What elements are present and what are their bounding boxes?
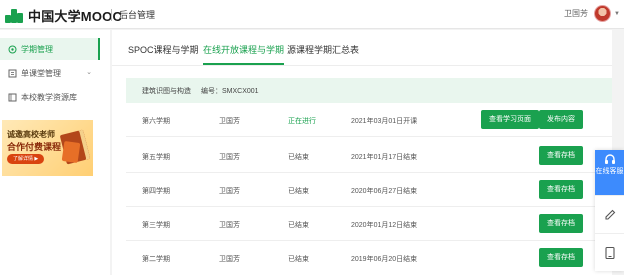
promo-line1: 诚邀高校老师 — [7, 130, 55, 139]
term-name: 第五学期 — [142, 154, 170, 161]
status-text: 正在进行 — [288, 118, 316, 125]
term-name: 第二学期 — [142, 256, 170, 263]
teacher-name: 卫国芳 — [219, 188, 240, 195]
teacher-name: 卫国芳 — [219, 154, 240, 161]
user-menu[interactable]: 卫国芳 ▼ — [564, 5, 620, 22]
term-date: 2021年03月01日开课 — [351, 118, 418, 125]
view-archive-button[interactable]: 查看存档 — [539, 146, 583, 165]
system-title: 后台管理 — [119, 10, 156, 20]
floating-toolbar: 在线客服 — [595, 150, 624, 271]
chevron-down-icon[interactable]: ▼ — [614, 11, 620, 17]
online-service-label: 在线客服 — [595, 168, 624, 175]
sidebar-item-label: 单课堂管理 — [21, 68, 61, 78]
user-name: 卫国芳 — [564, 9, 589, 18]
sidebar-item-resource-library[interactable]: 本校教学资源库 — [0, 86, 100, 108]
table-row: 第三学期 卫国芳 已结束 2020年01月12日结束 查看存档 — [126, 208, 612, 241]
top-bar: 中国大学MOOC 后台管理 卫国芳 ▼ — [0, 0, 624, 29]
tab-bar: SPOC课程与学期 在线开放课程与学期 源课程学期汇总表 — [112, 30, 612, 66]
logo[interactable]: 中国大学MOOC — [5, 6, 122, 25]
sidebar-item-class-management[interactable]: 单课堂管理 ⌄ — [0, 62, 100, 84]
mobile-button[interactable] — [595, 233, 624, 271]
status-text: 已结束 — [288, 222, 309, 229]
course-name: 建筑识图与构造 — [142, 87, 191, 95]
term-name: 第三学期 — [142, 222, 170, 229]
pencil-icon — [604, 209, 615, 220]
teacher-name: 卫国芳 — [219, 118, 240, 125]
edit-button[interactable] — [595, 195, 624, 233]
course-code: 编号：SMXCX001 — [201, 87, 259, 95]
book-icon — [7, 68, 17, 78]
tab-spoc[interactable]: SPOC课程与学期 — [128, 43, 199, 56]
logo-icon — [5, 8, 23, 23]
table-row: 第五学期 卫国芳 已结束 2021年01月17日结束 查看存档 — [126, 140, 612, 173]
sidebar-item-label: 学期管理 — [21, 44, 53, 54]
table-row: 第六学期 卫国芳 正在进行 2021年03月01日开课 查看学习页面 发布内容 — [126, 104, 612, 137]
view-learning-page-button[interactable]: 查看学习页面 — [481, 110, 539, 129]
avatar[interactable] — [594, 5, 612, 22]
main-content: SPOC课程与学期 在线开放课程与学期 源课程学期汇总表 建筑识图与构造 编号：… — [112, 30, 612, 275]
term-date: 2021年01月17日结束 — [351, 154, 418, 161]
term-date: 2020年06月27日结束 — [351, 188, 418, 195]
course-header: 建筑识图与构造 编号：SMXCX001 — [126, 78, 612, 103]
status-text: 已结束 — [288, 256, 309, 263]
term-date: 2020年01月12日结束 — [351, 222, 418, 229]
view-archive-button[interactable]: 查看存档 — [539, 180, 583, 199]
divider — [111, 9, 112, 21]
promo-line2: 合作付费课程 — [7, 142, 62, 152]
sidebar: 学期管理 单课堂管理 ⌄ 本校教学资源库 诚邀高校老师 合作付费课程 了解详情 … — [0, 30, 110, 275]
promo-banner[interactable]: 诚邀高校老师 合作付费课程 了解详情 ▶ — [2, 120, 93, 176]
status-text: 已结束 — [288, 188, 309, 195]
tablet-icon — [604, 246, 615, 259]
teacher-name: 卫国芳 — [219, 222, 240, 229]
view-archive-button[interactable]: 查看存档 — [539, 248, 583, 267]
chevron-down-icon[interactable]: ⌄ — [86, 68, 92, 76]
circle-icon — [7, 44, 17, 54]
library-icon — [7, 92, 17, 102]
table-row: 第四学期 卫国芳 已结束 2020年06月27日结束 查看存档 — [126, 174, 612, 207]
term-date: 2019年06月20日结束 — [351, 256, 418, 263]
term-name: 第六学期 — [142, 118, 170, 125]
logo-text: 中国大学MOOC — [28, 9, 123, 24]
book-icon — [61, 140, 81, 164]
status-text: 已结束 — [288, 154, 309, 161]
sidebar-item-term-management[interactable]: 学期管理 — [0, 38, 100, 60]
sidebar-item-label: 本校教学资源库 — [21, 92, 77, 102]
term-name: 第四学期 — [142, 188, 170, 195]
view-archive-button[interactable]: 查看存档 — [539, 214, 583, 233]
tab-source-summary[interactable]: 源课程学期汇总表 — [287, 43, 359, 56]
online-service-button[interactable]: 在线客服 — [595, 150, 624, 195]
headset-icon — [604, 154, 615, 164]
table-row: 第二学期 卫国芳 已结束 2019年06月20日结束 查看存档 — [126, 242, 612, 275]
promo-details-button[interactable]: 了解详情 ▶ — [7, 154, 45, 164]
publish-content-button[interactable]: 发布内容 — [539, 110, 583, 129]
tab-open-course[interactable]: 在线开放课程与学期 — [203, 43, 285, 65]
teacher-name: 卫国芳 — [219, 256, 240, 263]
